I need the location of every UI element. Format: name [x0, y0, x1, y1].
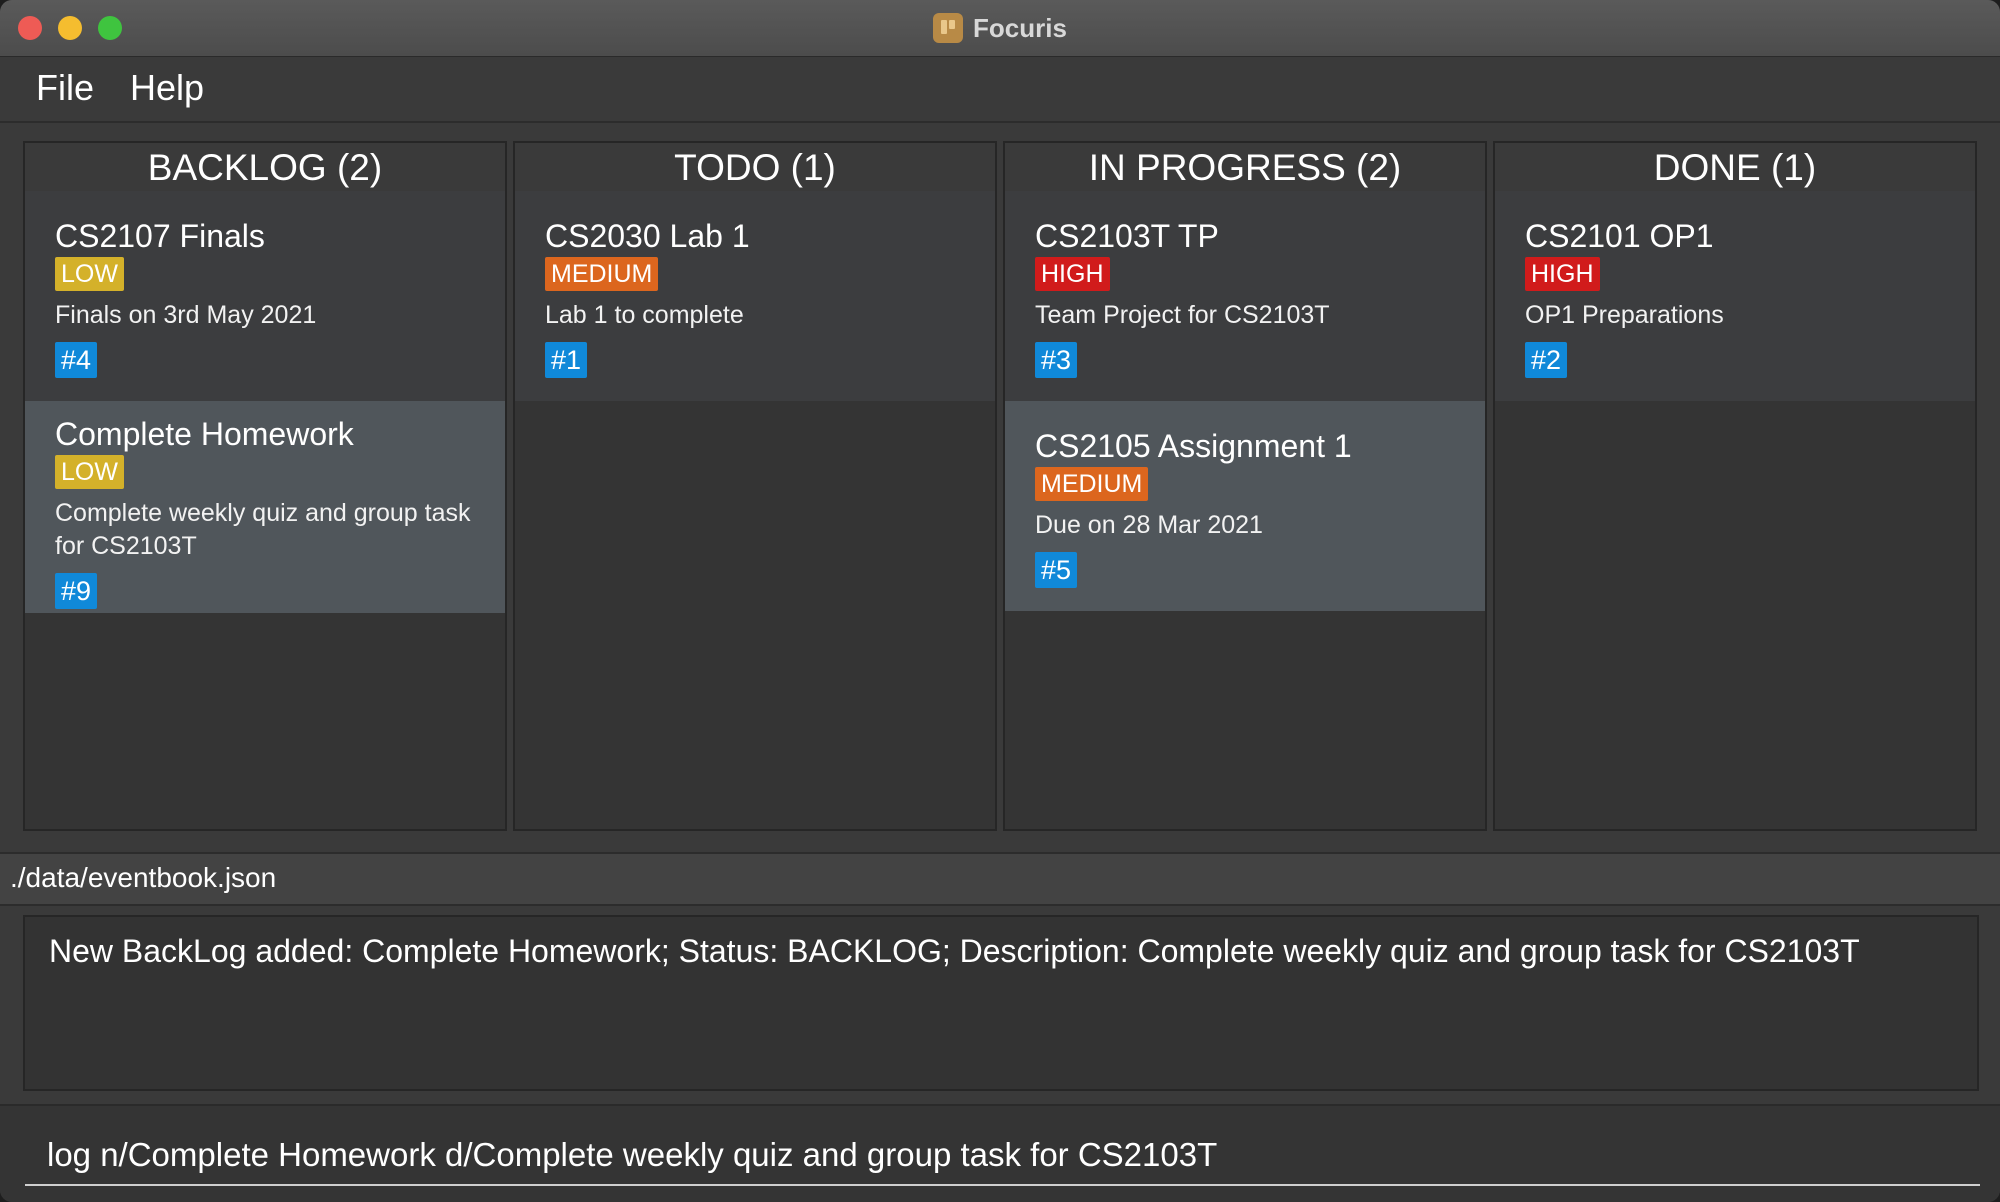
data-file-path: ./data/eventbook.json: [10, 862, 277, 893]
column-done: DONE (1) CS2101 OP1 HIGH OP1 Preparation…: [1493, 141, 1977, 831]
app-window: Focuris File Help BACKLOG (2) CS2107 Fin…: [0, 0, 2000, 1202]
column-backlog: BACKLOG (2) CS2107 Finals LOW Finals on …: [23, 141, 507, 831]
task-id-badge: #9: [55, 573, 98, 609]
task-title: CS2105 Assignment 1: [1035, 428, 1352, 464]
kanban-board: BACKLOG (2) CS2107 Finals LOW Finals on …: [23, 141, 1979, 831]
status-bar: ./data/eventbook.json: [0, 852, 2000, 906]
task-description: Team Project for CS2103T: [1035, 301, 1330, 329]
task-title: Complete Homework: [55, 416, 354, 452]
priority-badge: LOW: [55, 257, 124, 291]
priority-badge: MEDIUM: [1035, 467, 1149, 501]
task-id-badge: #3: [1035, 342, 1078, 378]
menu-bar: File Help: [0, 57, 2000, 123]
command-input[interactable]: [25, 1126, 1980, 1186]
priority-badge: HIGH: [1525, 257, 1600, 291]
result-message: New BackLog added: Complete Homework; St…: [49, 933, 1860, 969]
task-id-badge: #2: [1525, 342, 1568, 378]
task-description: Due on 28 Mar 2021: [1035, 511, 1263, 539]
priority-badge: MEDIUM: [545, 257, 659, 291]
menu-help[interactable]: Help: [130, 67, 204, 109]
column-in-progress: IN PROGRESS (2) CS2103T TP HIGH Team Pro…: [1003, 141, 1487, 831]
task-card[interactable]: CS2105 Assignment 1 MEDIUM Due on 28 Mar…: [1005, 401, 1485, 611]
task-title: CS2101 OP1: [1525, 218, 1714, 254]
title-group: Focuris: [0, 0, 2000, 56]
task-card[interactable]: CS2103T TP HIGH Team Project for CS2103T…: [1005, 191, 1485, 401]
task-card-selected[interactable]: Complete Homework LOW Complete weekly qu…: [25, 401, 505, 613]
column-header: IN PROGRESS (2): [1005, 143, 1485, 191]
task-card[interactable]: CS2107 Finals LOW Finals on 3rd May 2021…: [25, 191, 505, 401]
task-description: Lab 1 to complete: [545, 301, 744, 329]
task-id-badge: #4: [55, 342, 98, 378]
task-description: Finals on 3rd May 2021: [55, 301, 317, 329]
title-bar: Focuris: [0, 0, 2000, 57]
window-title: Focuris: [973, 12, 1067, 43]
column-todo: TODO (1) CS2030 Lab 1 MEDIUM Lab 1 to co…: [513, 141, 997, 831]
priority-badge: LOW: [55, 455, 124, 489]
task-description: Complete weekly quiz and group task for …: [55, 499, 471, 560]
task-title: CS2103T TP: [1035, 218, 1219, 254]
column-header: DONE (1): [1495, 143, 1975, 191]
priority-badge: HIGH: [1035, 257, 1110, 291]
task-description: OP1 Preparations: [1525, 301, 1724, 329]
task-id-badge: #1: [545, 342, 588, 378]
task-card[interactable]: CS2030 Lab 1 MEDIUM Lab 1 to complete #1: [515, 191, 995, 401]
menu-file[interactable]: File: [36, 67, 94, 109]
task-id-badge: #5: [1035, 552, 1078, 588]
command-box: [0, 1104, 2000, 1202]
task-title: CS2107 Finals: [55, 218, 265, 254]
result-display[interactable]: New BackLog added: Complete Homework; St…: [23, 915, 1979, 1091]
column-header: BACKLOG (2): [25, 143, 505, 191]
task-card[interactable]: CS2101 OP1 HIGH OP1 Preparations #2: [1495, 191, 1975, 401]
task-title: CS2030 Lab 1: [545, 218, 750, 254]
column-header: TODO (1): [515, 143, 995, 191]
app-logo-icon: [933, 13, 964, 43]
